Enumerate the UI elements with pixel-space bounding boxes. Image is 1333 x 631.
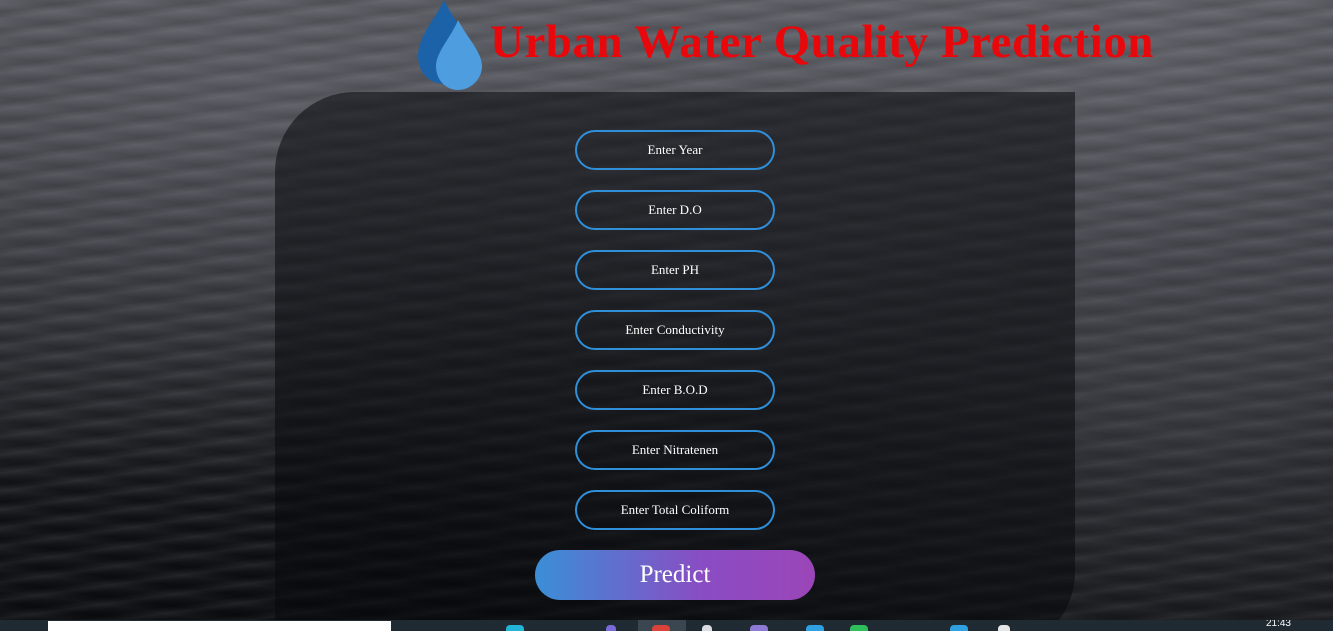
total-coliform-input[interactable] xyxy=(575,490,775,530)
ph-input[interactable] xyxy=(575,250,775,290)
predict-button[interactable]: Predict xyxy=(535,550,815,600)
page-title: Urban Water Quality Prediction xyxy=(490,16,1154,68)
chrome-icon[interactable] xyxy=(652,625,670,631)
bod-input[interactable] xyxy=(575,370,775,410)
page-background: Urban Water Quality Prediction Predict 2… xyxy=(0,0,1333,631)
taskbar-search-box[interactable] xyxy=(48,621,391,631)
app-icon[interactable] xyxy=(950,625,968,631)
taskbar-clock: 21:43 xyxy=(1265,620,1291,629)
os-taskbar: 21:43 xyxy=(0,620,1333,631)
year-input[interactable] xyxy=(575,130,775,170)
do-input[interactable] xyxy=(575,190,775,230)
conductivity-input[interactable] xyxy=(575,310,775,350)
page-header: Urban Water Quality Prediction xyxy=(412,0,1154,92)
nitratenen-input[interactable] xyxy=(575,430,775,470)
edge-icon[interactable] xyxy=(506,625,524,631)
app-icon[interactable] xyxy=(606,625,616,631)
app-icon[interactable] xyxy=(998,625,1010,631)
file-icon[interactable] xyxy=(702,625,712,631)
whatsapp-icon[interactable] xyxy=(850,625,868,631)
app-icon[interactable] xyxy=(750,625,768,631)
vscode-icon[interactable] xyxy=(806,625,824,631)
form-panel: Predict xyxy=(275,92,1075,631)
water-drop-icon xyxy=(418,0,482,90)
